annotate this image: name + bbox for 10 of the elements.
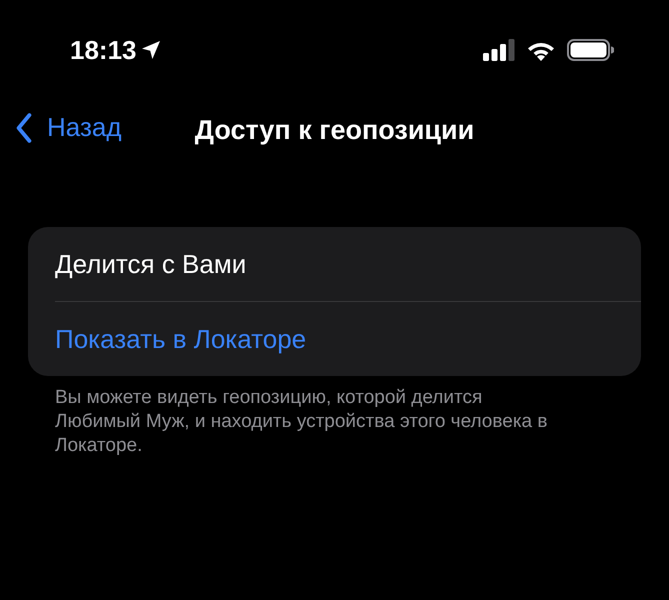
show-in-locator-link[interactable]: Показать в Локаторе bbox=[55, 324, 306, 354]
battery-icon bbox=[567, 39, 614, 61]
signal-icon bbox=[483, 39, 515, 61]
footer-note: Вы можете видеть геопозицию, которой делится Любимый Муж, и находить устройства этого человека в Локаторе. bbox=[55, 386, 548, 458]
page-title: Доступ к геопозиции bbox=[194, 114, 474, 146]
sharing-status-label: Делится с Вами bbox=[55, 248, 246, 280]
back-button[interactable]: Назад bbox=[15, 112, 122, 144]
location-arrow-icon bbox=[140, 40, 160, 60]
chevron-left-icon bbox=[15, 112, 33, 143]
status-time: 18:13 bbox=[70, 34, 136, 66]
